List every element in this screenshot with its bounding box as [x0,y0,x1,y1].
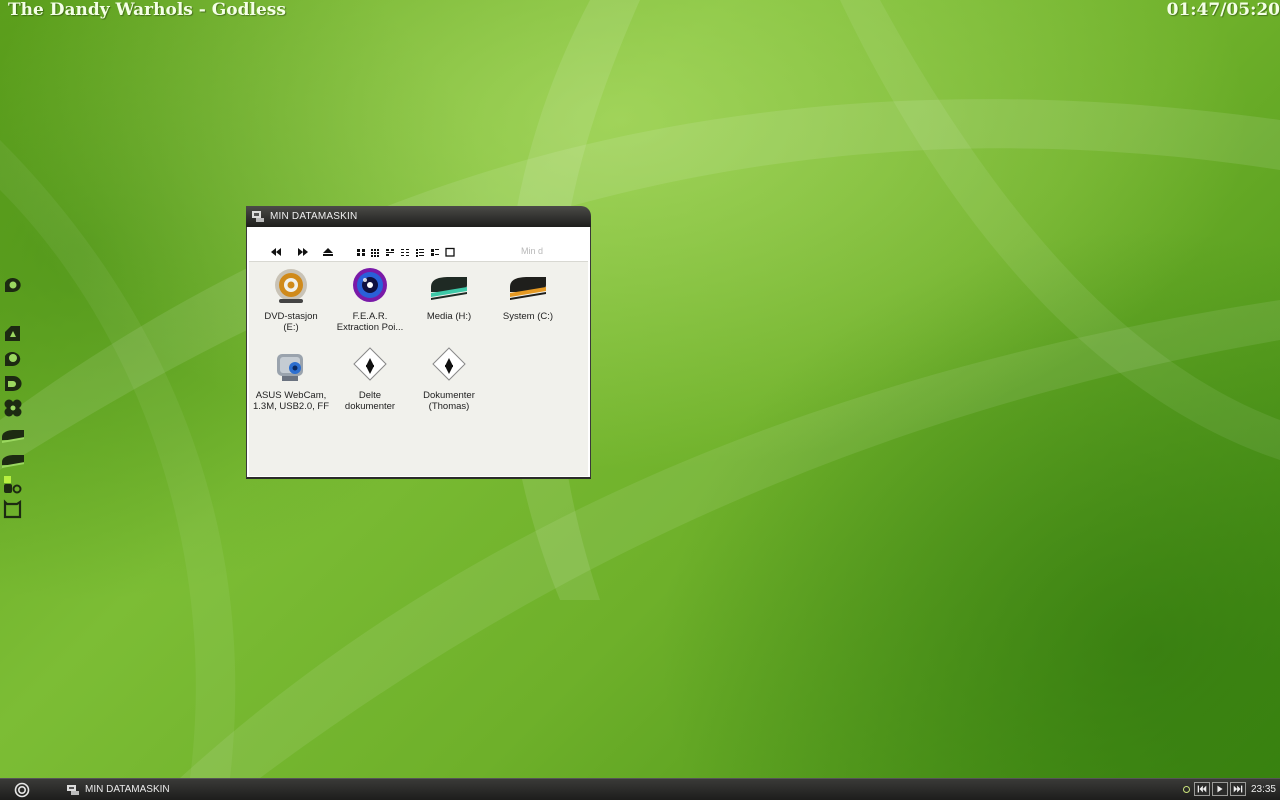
view-tiles-icon[interactable] [369,247,381,257]
item-label: ASUS WebCam, [255,390,327,401]
taskbar: MIN DATAMASKIN 23:35 [0,778,1280,800]
next-track-icon[interactable] [1230,782,1246,796]
explorer-window: MIN DATAMASKIN Min d DVD-stasjon (E:) F.… [246,206,591,479]
address-field[interactable]: Min d [521,246,543,256]
previous-track-icon[interactable] [1194,782,1210,796]
list-item[interactable]: DVD-stasjon (E:) [252,267,330,333]
up-icon[interactable] [322,247,334,257]
view-details-icon[interactable] [414,247,426,257]
dvd-drive-icon [275,269,307,303]
view-thumbnails-icon[interactable] [355,247,367,257]
item-label: (E:) [283,322,299,333]
now-playing-title: The Dandy Warhols - Godless [8,0,286,20]
list-item[interactable]: System (C:) [489,267,567,322]
clover-icon[interactable] [2,398,24,418]
play-icon[interactable] [1212,782,1228,796]
list-item[interactable]: ASUS WebCam, 1.3M, USB2.0, FF [252,346,330,412]
list-item[interactable]: Dokumenter (Thomas) [410,346,488,412]
shared-documents-icon [353,347,387,381]
tray-status-icon[interactable] [1183,786,1190,793]
fear-disc-icon [353,268,387,302]
toolbar: Min d [247,227,590,261]
file-area: DVD-stasjon (E:) F.E.A.R. Extraction Poi… [249,261,588,476]
hard-drive-orange-icon [510,277,546,300]
wallpaper-swoosh [0,0,1280,778]
item-label: DVD-stasjon [264,311,318,322]
drive-icon[interactable] [2,452,24,472]
webcam-icon [277,354,303,381]
item-label: 1.3M, USB2.0, FF [252,401,330,412]
window-titlebar[interactable]: MIN DATAMASKIN [246,206,591,227]
item-label: dokumenter [344,401,396,412]
list-item[interactable]: Delte dokumenter [331,346,409,412]
list-item[interactable]: Media (H:) [410,267,488,322]
window-body: Min d DVD-stasjon (E:) F.E.A.R. Extracti… [246,227,591,479]
list-item[interactable]: F.E.A.R. Extraction Poi... [331,267,409,333]
documents-icon [432,347,466,381]
taskbar-item-min-datamaskin[interactable]: MIN DATAMASKIN [64,782,194,798]
item-label: Delte [358,390,382,401]
item-label: Media (H:) [426,311,472,322]
task-label: MIN DATAMASKIN [85,784,170,795]
computer-icon [67,785,79,795]
hard-drive-teal-icon [431,277,467,300]
bag-icon[interactable] [2,499,24,519]
search-icon[interactable] [2,348,24,368]
track-time: 01:47/05:20 [1166,0,1280,20]
shapes-icon[interactable] [2,475,24,495]
start-button[interactable] [14,782,30,798]
drive-icon[interactable] [2,427,24,447]
view-list-icon[interactable] [399,247,411,257]
computer-icon [252,211,264,222]
folder-icon[interactable] [2,373,24,393]
view-single-icon[interactable] [444,247,456,257]
view-filmstrip-icon[interactable] [429,247,441,257]
view-icons-icon[interactable] [384,247,396,257]
window-title: MIN DATAMASKIN [270,211,358,222]
clock: 23:35 [1250,784,1276,795]
item-label: Dokumenter [423,390,475,401]
recycle-icon[interactable] [2,323,24,343]
item-label: (Thomas) [428,401,470,412]
item-label: Extraction Poi... [336,322,404,333]
item-label: System (C:) [502,311,554,322]
disc-icon[interactable] [2,275,24,295]
item-label: F.E.A.R. [352,311,388,322]
back-icon[interactable] [270,247,282,257]
forward-icon[interactable] [297,247,309,257]
